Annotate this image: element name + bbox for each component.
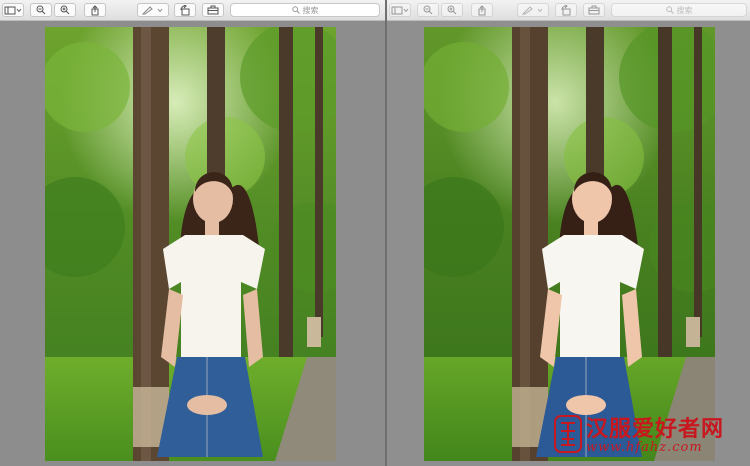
markup-pen-button[interactable]	[137, 3, 169, 17]
zoom-in-button[interactable]	[54, 3, 76, 17]
sidebar-toggle-button[interactable]	[2, 3, 24, 17]
right-toolbar: 搜索	[387, 0, 750, 21]
search-placeholder: 搜索	[676, 5, 693, 15]
left-preview-window: 搜索	[0, 0, 385, 466]
left-toolbar: 搜索	[0, 0, 385, 21]
site-watermark: 汉服爱好者网 www.hfahz.com	[552, 411, 747, 461]
watermark-title: 汉服爱好者网	[586, 416, 725, 442]
zoom-in-button[interactable]	[441, 3, 463, 17]
sidebar-toggle-button[interactable]	[389, 3, 411, 17]
share-icon	[91, 4, 99, 15]
search-icon	[665, 6, 674, 14]
toolbox-icon	[588, 5, 600, 15]
share-icon	[478, 4, 486, 15]
search-field[interactable]: 搜索	[230, 3, 380, 17]
toolbox-icon	[207, 5, 219, 15]
sidebar-icon	[391, 6, 409, 14]
search-placeholder: 搜索	[302, 5, 319, 15]
zoom-out-icon	[36, 5, 46, 15]
markup-pen-icon	[521, 5, 543, 14]
rotate-button[interactable]	[174, 3, 196, 17]
toolbox-button[interactable]	[202, 3, 224, 17]
zoom-out-icon	[423, 5, 433, 15]
right-preview-window: 搜索	[387, 0, 750, 466]
search-icon	[291, 6, 300, 14]
rotate-button[interactable]	[555, 3, 577, 17]
rotate-icon	[561, 4, 571, 15]
share-button[interactable]	[471, 3, 493, 17]
zoom-out-button[interactable]	[417, 3, 439, 17]
rotate-icon	[180, 4, 190, 15]
markup-pen-button[interactable]	[517, 3, 549, 17]
toolbox-button[interactable]	[583, 3, 605, 17]
seal-logo-icon	[554, 415, 582, 453]
photo-edited	[424, 27, 715, 461]
photo-original	[45, 27, 336, 461]
zoom-in-icon	[447, 5, 457, 15]
sidebar-icon	[4, 6, 22, 14]
share-button[interactable]	[84, 3, 106, 17]
zoom-in-icon	[60, 5, 70, 15]
watermark-url: www.hfahz.com	[586, 440, 703, 455]
girl-in-park-image	[424, 27, 715, 461]
markup-pen-icon	[141, 5, 163, 14]
girl-in-park-image	[45, 27, 336, 461]
search-field[interactable]: 搜索	[611, 3, 747, 17]
zoom-out-button[interactable]	[30, 3, 52, 17]
